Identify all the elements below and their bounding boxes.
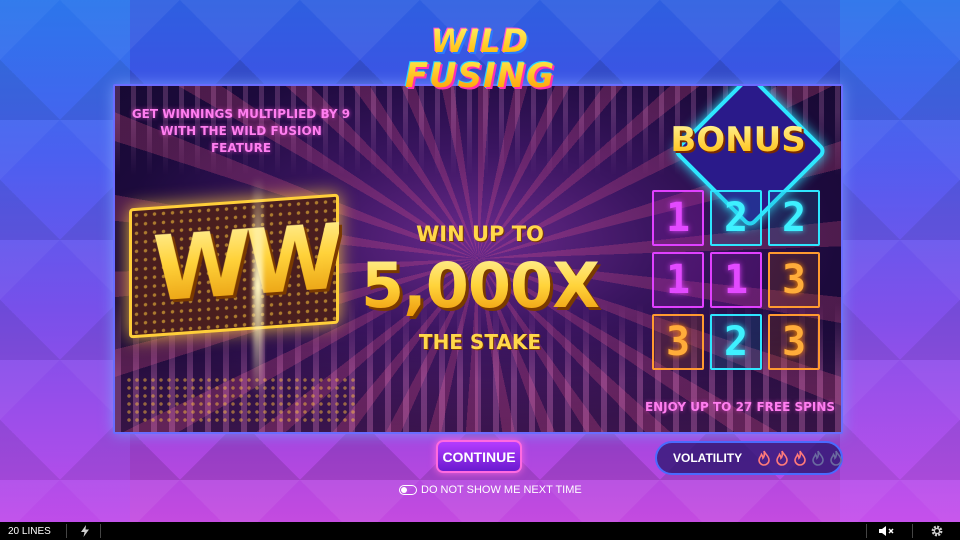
bonus-cell: 2 xyxy=(768,190,820,246)
toggle-knob xyxy=(401,487,407,493)
bonus-cell: 3 xyxy=(768,252,820,308)
bar-divider xyxy=(100,524,101,538)
bar-divider xyxy=(912,524,913,538)
background-left-glow xyxy=(0,0,130,522)
flame-icon xyxy=(812,450,824,466)
win-up-to-label: WIN UP TO xyxy=(416,222,544,246)
bonus-number-grid: 122113323 xyxy=(652,190,822,370)
ww-wild-symbol-board: WW xyxy=(129,193,339,339)
logo-fusing: FUSING xyxy=(390,58,570,94)
bonus-cell: 1 xyxy=(652,252,704,308)
ww-symbol: WW xyxy=(152,203,339,326)
bottom-bar: 20 LINES xyxy=(0,522,960,540)
dont-show-toggle-row[interactable]: DO NOT SHOW ME NEXT TIME xyxy=(399,484,582,496)
dont-show-label[interactable]: DO NOT SHOW ME NEXT TIME xyxy=(421,484,582,496)
bonus-cell: 1 xyxy=(710,252,762,308)
bar-divider xyxy=(66,524,67,538)
volatility-label: VOLATILITY xyxy=(673,451,743,465)
wild-fusion-promo-text: GET WINNINGS MULTIPLIED BY 9 WITH THE WI… xyxy=(131,107,351,155)
lightning-icon[interactable] xyxy=(80,525,90,537)
free-spins-text: ENJOY UP TO 27 FREE SPINS xyxy=(644,400,836,414)
lines-count-label: 20 LINES xyxy=(8,525,51,537)
flame-icon xyxy=(758,450,770,466)
continue-button[interactable]: CONTINUE xyxy=(436,440,522,473)
game-logo: WILD FUSING xyxy=(390,24,570,104)
background-right-glow xyxy=(840,0,960,522)
dont-show-toggle[interactable] xyxy=(399,485,417,495)
sparkle-flare xyxy=(253,176,263,396)
bonus-cell: 3 xyxy=(768,314,820,370)
bar-divider xyxy=(866,524,867,538)
volatility-indicator: VOLATILITY xyxy=(655,441,843,475)
max-win-amount: 5,000X xyxy=(347,248,613,324)
bonus-cell: 3 xyxy=(652,314,704,370)
the-stake-label: THE STAKE xyxy=(418,330,542,354)
bonus-cell: 2 xyxy=(710,314,762,370)
glitter-floor xyxy=(125,376,355,422)
bonus-cell: 1 xyxy=(652,190,704,246)
sound-muted-icon[interactable] xyxy=(878,525,896,537)
flame-icon xyxy=(794,450,806,466)
flame-icon xyxy=(776,450,788,466)
bonus-label: BONUS xyxy=(663,120,813,160)
bonus-cell: 2 xyxy=(710,190,762,246)
volatility-flames xyxy=(756,450,846,466)
logo-wild: WILD xyxy=(390,24,570,58)
intro-panel: GET WINNINGS MULTIPLIED BY 9 WITH THE WI… xyxy=(113,84,843,434)
flame-icon xyxy=(830,450,842,466)
gear-icon[interactable] xyxy=(930,524,944,538)
